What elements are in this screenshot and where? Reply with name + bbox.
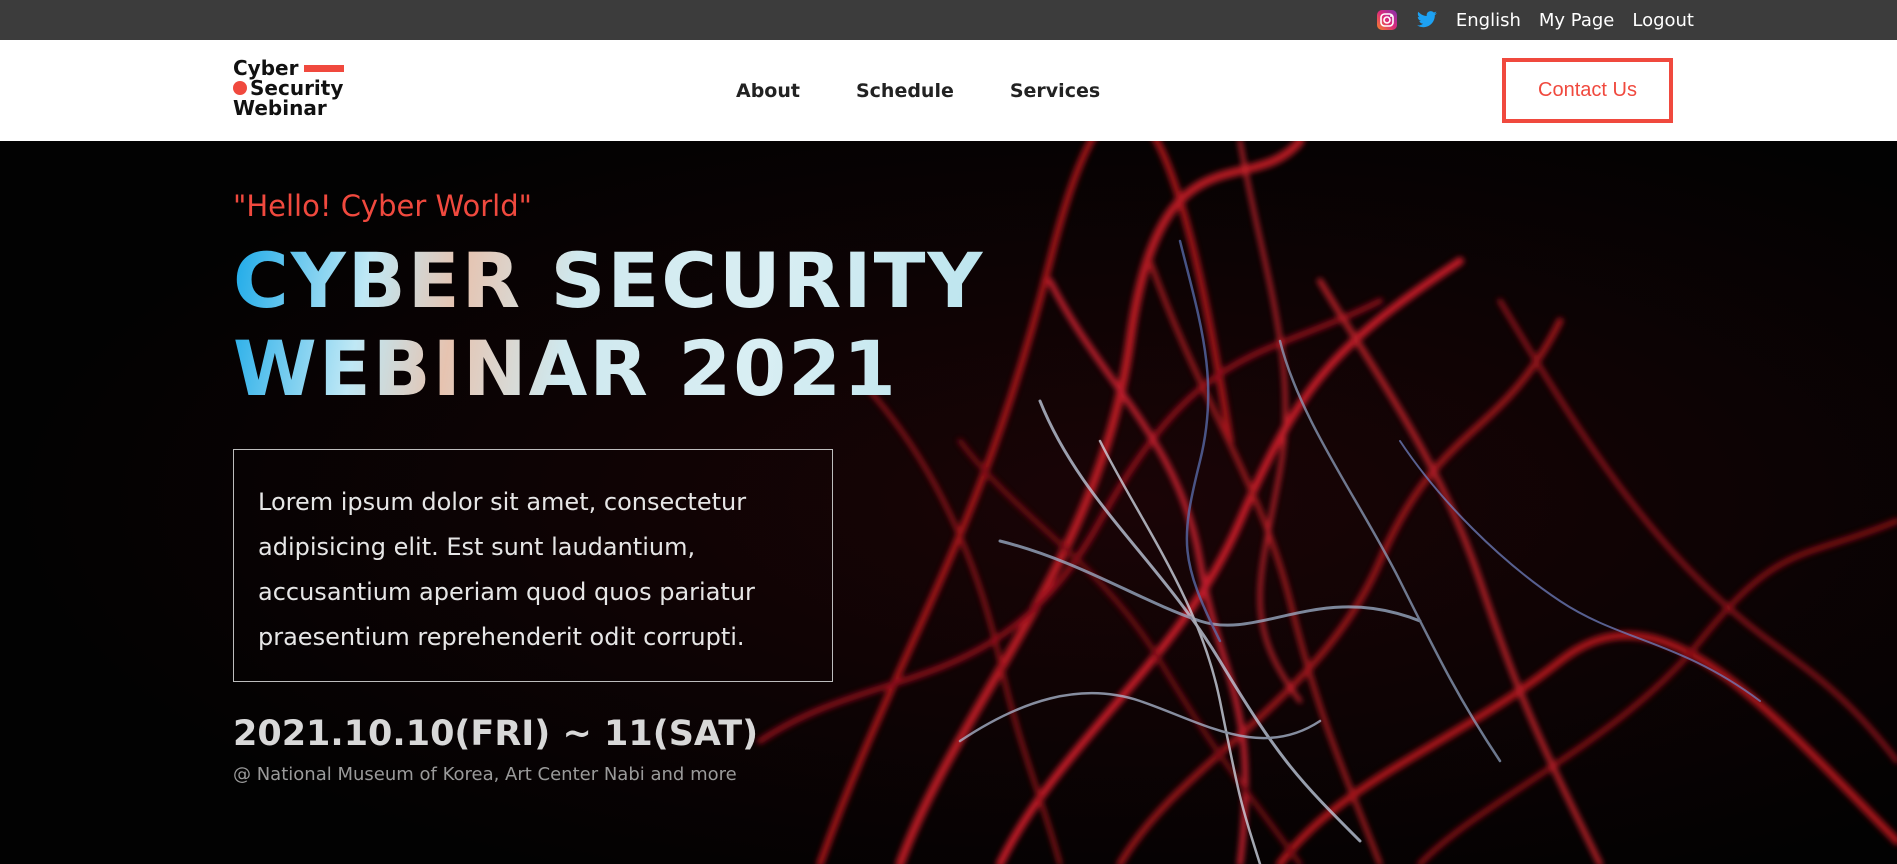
nav-item-schedule[interactable]: Schedule [856, 80, 954, 102]
hero-title: CYBER SECURITY WEBINAR 2021 [233, 237, 984, 413]
hero-content: "Hello! Cyber World" CYBER SECURITY WEBI… [233, 189, 984, 785]
hero-title-line1: CYBER SECURITY [233, 236, 985, 325]
main-header: Cyber Security Webinar About Schedule Se… [0, 40, 1897, 141]
instagram-icon[interactable] [1376, 9, 1398, 31]
logo-text-line1: Cyber [233, 56, 299, 80]
logo-text-line2: Security [250, 76, 344, 100]
logo-text-line3: Webinar [233, 96, 327, 120]
event-venue: @ National Museum of Korea, Art Center N… [233, 764, 737, 785]
site-logo[interactable]: Cyber Security Webinar [233, 56, 345, 120]
hero-greeting: "Hello! Cyber World" [233, 189, 532, 223]
nav-item-services[interactable]: Services [1010, 80, 1100, 102]
hero-description: Lorem ipsum dolor sit amet, consectetur … [233, 449, 833, 682]
nav-item-about[interactable]: About [736, 80, 800, 102]
event-date: 2021.10.10(FRI) ~ 11(SAT) [233, 714, 759, 754]
logo-dot-shape [233, 81, 247, 95]
main-nav: About Schedule Services [736, 40, 1100, 141]
logo-bar-shape [304, 64, 345, 72]
hero-title-line2: WEBINAR 2021 [233, 324, 898, 413]
top-utility-bar: English My Page Logout [0, 0, 1897, 40]
logout-link[interactable]: Logout [1632, 10, 1694, 31]
mypage-link[interactable]: My Page [1539, 10, 1614, 31]
twitter-icon[interactable] [1416, 9, 1438, 31]
contact-us-button[interactable]: Contact Us [1502, 58, 1673, 123]
hero-section: "Hello! Cyber World" CYBER SECURITY WEBI… [0, 141, 1897, 864]
language-link[interactable]: English [1456, 10, 1521, 31]
